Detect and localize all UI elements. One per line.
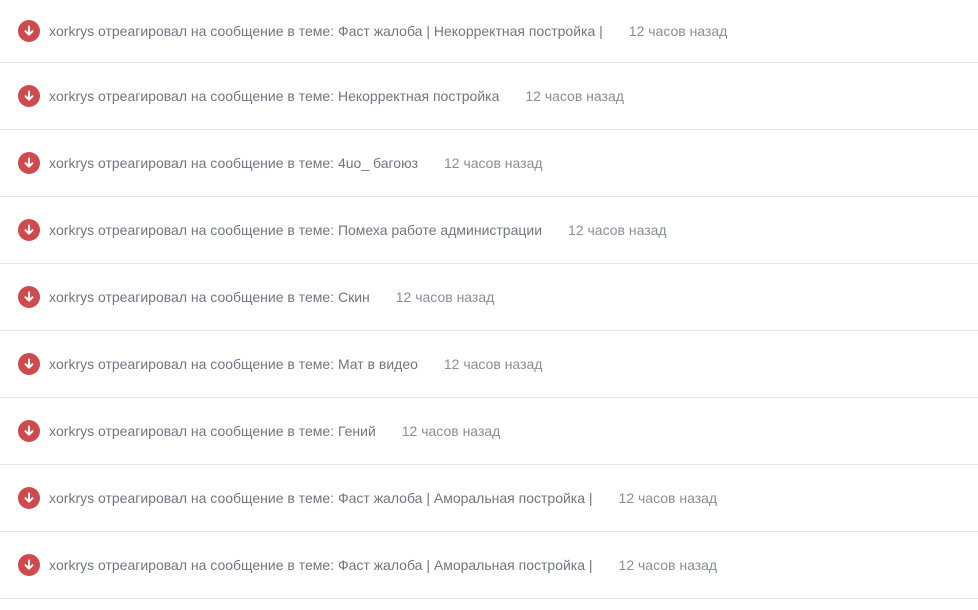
alert-text[interactable]: xorkrys отреагировал на сообщение в теме…: [49, 289, 370, 305]
alert-text[interactable]: xorkrys отреагировал на сообщение в теме…: [49, 490, 593, 506]
alert-text[interactable]: xorkrys отреагировал на сообщение в теме…: [49, 222, 542, 238]
down-arrow-icon: [18, 554, 40, 576]
alert-time: 12 часов назад: [443, 155, 543, 171]
alert-time: 12 часов назад: [568, 222, 667, 238]
alert-text[interactable]: xorkrys отреагировал на сообщение в теме…: [49, 155, 418, 171]
alert-item[interactable]: xorkrys отреагировал на сообщение в теме…: [0, 465, 978, 532]
alert-item[interactable]: xorkrys отреагировал на сообщение в теме…: [0, 130, 978, 197]
down-arrow-icon: [18, 487, 40, 509]
alert-item[interactable]: xorkrys отреагировал на сообщение в теме…: [0, 63, 978, 130]
alert-item[interactable]: xorkrys отреагировал на сообщение в теме…: [0, 532, 978, 599]
alert-time: 12 часов назад: [395, 289, 495, 305]
alert-text[interactable]: xorkrys отреагировал на сообщение в теме…: [49, 23, 603, 39]
alert-item[interactable]: xorkrys отреагировал на сообщение в теме…: [0, 331, 978, 398]
down-arrow-icon: [18, 20, 40, 42]
alert-text[interactable]: xorkrys отреагировал на сообщение в теме…: [49, 557, 593, 573]
alert-time: 12 часов назад: [618, 490, 718, 506]
alert-item[interactable]: xorkrys отреагировал на сообщение в теме…: [0, 264, 978, 331]
alert-time: 12 часов назад: [628, 23, 728, 39]
down-arrow-icon: [18, 85, 40, 107]
down-arrow-icon: [18, 152, 40, 174]
alert-time: 12 часов назад: [443, 356, 543, 372]
alert-text[interactable]: xorkrys отреагировал на сообщение в теме…: [49, 356, 418, 372]
alert-time: 12 часов назад: [401, 423, 501, 439]
alert-item[interactable]: xorkrys отреагировал на сообщение в теме…: [0, 197, 978, 264]
alert-item[interactable]: xorkrys отреагировал на сообщение в теме…: [0, 0, 978, 63]
down-arrow-icon: [18, 353, 40, 375]
down-arrow-icon: [18, 420, 40, 442]
alert-time: 12 часов назад: [525, 88, 624, 104]
down-arrow-icon: [18, 219, 40, 241]
alert-text[interactable]: xorkrys отреагировал на сообщение в теме…: [49, 423, 376, 439]
alerts-list: xorkrys отреагировал на сообщение в теме…: [0, 0, 978, 599]
down-arrow-icon: [18, 286, 40, 308]
alert-text[interactable]: xorkrys отреагировал на сообщение в теме…: [49, 88, 499, 104]
alert-time: 12 часов назад: [618, 557, 718, 573]
alert-item[interactable]: xorkrys отреагировал на сообщение в теме…: [0, 398, 978, 465]
